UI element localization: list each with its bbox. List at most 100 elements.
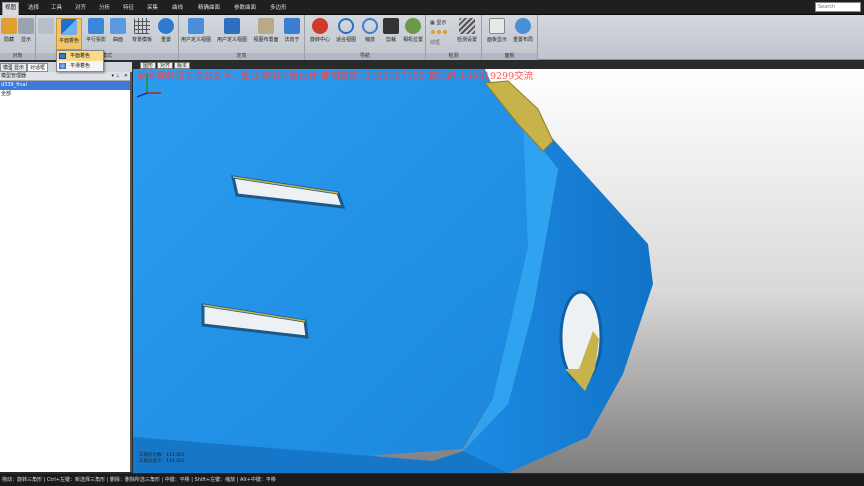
panel-display-button[interactable]: 面板显示 bbox=[485, 18, 509, 50]
user-view-label-1: 用户定义视图 bbox=[181, 37, 212, 43]
tab-display[interactable]: 显示 bbox=[11, 63, 28, 72]
menu-tab-polygons[interactable]: 多边形 bbox=[268, 3, 289, 13]
panel-title: 模型管理器 bbox=[1, 73, 27, 79]
group-label-object: 对象 bbox=[0, 53, 35, 60]
user-view-button-2[interactable]: 用户定义视图 bbox=[214, 18, 250, 50]
mode-icon bbox=[38, 18, 54, 34]
ribbon-group-panels: 面板显示 重置布局 面板 bbox=[482, 15, 538, 60]
tab-graphics[interactable]: 图形 bbox=[140, 62, 157, 69]
user-view-icon-2 bbox=[224, 18, 240, 34]
flat-shading-swatch-icon bbox=[59, 53, 66, 59]
dropdown-item-label-1: 平滑着色 bbox=[70, 63, 91, 69]
menu-tab-features[interactable]: 特征 bbox=[121, 3, 136, 13]
parallel-projection-label: 平行投影 bbox=[85, 37, 106, 43]
zoom-label: 缩放 bbox=[364, 37, 375, 43]
hide-button[interactable]: 隐藏 bbox=[1, 18, 17, 50]
ribbon-group-navigation: 旋转中心 适合视图 缩放 剪裁 相机位置 导航 bbox=[305, 15, 426, 60]
camera-position-button[interactable]: 相机位置 bbox=[402, 18, 424, 50]
ribbon-group-orientation: 用户定义视图 用户定义视图 视图布置面 法向于 定向 bbox=[179, 15, 305, 60]
panel-display-label: 面板显示 bbox=[486, 37, 507, 43]
background-template-label: 背景模板 bbox=[131, 37, 152, 43]
status-bar: 拖动：旋转三角形 | Ctrl+左键：新选择三角形 | 删除：删除所选三角形 |… bbox=[0, 474, 864, 486]
mode-toggle-button[interactable] bbox=[38, 18, 54, 50]
inspect-settings-button[interactable]: 检测设置 bbox=[456, 18, 478, 50]
ribbon-toolbar: 隐藏 显示 对象 平面着色 平行投影 曲面 背景模板 重置 模式 用户定义视图 … bbox=[0, 15, 864, 60]
inspect-wireframe-toggle[interactable]: 线框 bbox=[430, 39, 440, 46]
flat-shading-button[interactable]: 平面着色 bbox=[56, 18, 82, 50]
ribbon-group-object: 隐藏 显示 对象 bbox=[0, 15, 36, 60]
parallel-projection-icon bbox=[88, 18, 104, 34]
clip-label: 剪裁 bbox=[385, 37, 396, 43]
show-button[interactable]: 显示 bbox=[18, 18, 34, 50]
group-label-navigation: 导航 bbox=[305, 53, 425, 60]
view-layout-label: 视图布置面 bbox=[253, 37, 279, 43]
normal-to-button[interactable]: 法向于 bbox=[282, 18, 302, 50]
surface-button[interactable]: 曲面 bbox=[109, 18, 127, 50]
menu-tab-view[interactable]: 视图 bbox=[2, 2, 20, 15]
menu-tab-analysis[interactable]: 分析 bbox=[97, 3, 112, 13]
panel-header: 模型管理器 ▾ ⊥ ✕ bbox=[0, 72, 130, 81]
dropdown-item-label-0: 平面着色 bbox=[70, 53, 91, 59]
fit-view-button[interactable]: 适合视图 bbox=[334, 18, 358, 50]
menu-tab-exact-surfaces[interactable]: 精确曲面 bbox=[196, 3, 222, 13]
menu-tab-capture[interactable]: 采集 bbox=[145, 3, 160, 13]
hide-icon bbox=[1, 18, 17, 34]
application-window: 视图 选择 工具 对齐 分析 特征 采集 曲线 精确曲面 参数曲面 多边形 Se… bbox=[0, 0, 864, 486]
reset-layout-icon bbox=[515, 18, 531, 34]
group-label-panels: 面板 bbox=[482, 53, 537, 60]
user-view-button-1[interactable]: 用户定义视图 bbox=[181, 18, 211, 50]
normal-to-label: 法向于 bbox=[284, 37, 300, 43]
rotation-center-button[interactable]: 旋转中心 bbox=[308, 18, 332, 50]
zoom-button[interactable]: 缩放 bbox=[360, 18, 380, 50]
view-layout-button[interactable]: 视图布置面 bbox=[252, 18, 280, 50]
reset-icon bbox=[158, 18, 174, 34]
surface-icon bbox=[110, 18, 126, 34]
magnifier-icon bbox=[338, 18, 354, 34]
grid-icon bbox=[134, 18, 150, 34]
clip-button[interactable]: 剪裁 bbox=[382, 18, 400, 50]
menu-tab-curves[interactable]: 曲线 bbox=[170, 3, 185, 13]
mesh-model bbox=[133, 69, 653, 473]
dropdown-item-smooth-shading[interactable]: 平滑着色 bbox=[57, 61, 103, 71]
menu-tab-select[interactable]: 选择 bbox=[26, 3, 41, 13]
reset-label: 重置 bbox=[160, 37, 171, 43]
tree-item-model[interactable]: d339_final bbox=[0, 81, 130, 90]
reset-button[interactable]: 重置 bbox=[157, 18, 175, 50]
user-view-icon bbox=[188, 18, 204, 34]
3d-viewport[interactable]: 更多视频请关注公众号：阳江瀚阳抄数设计 或加微信13189167159 或扫群:… bbox=[133, 69, 864, 473]
menu-tab-bar: 视图 选择 工具 对齐 分析 特征 采集 曲线 精确曲面 参数曲面 多边形 Se… bbox=[0, 0, 864, 15]
dropdown-item-flat-shading[interactable]: 平面着色 bbox=[57, 51, 103, 61]
flat-shading-label: 平面着色 bbox=[58, 38, 79, 44]
show-label: 显示 bbox=[20, 37, 31, 43]
search-input[interactable]: Search bbox=[815, 2, 861, 12]
smooth-shading-swatch-icon bbox=[59, 63, 66, 69]
pin-icon[interactable]: ▾ ⊥ bbox=[112, 72, 120, 81]
hatch-icon bbox=[459, 18, 475, 34]
surface-label: 曲面 bbox=[112, 37, 123, 43]
group-label-orientation: 定向 bbox=[179, 53, 304, 60]
model-manager-panel: 模型管理器 ▾ ⊥ ✕ d339_final 全部 bbox=[0, 72, 132, 472]
group-label-inspection: 检测 bbox=[426, 53, 481, 60]
normal-to-icon bbox=[284, 18, 300, 34]
rotation-center-icon bbox=[312, 18, 328, 34]
tab-dialog[interactable]: 对话框 bbox=[27, 63, 49, 72]
tab-align[interactable]: 对齐 bbox=[157, 62, 174, 69]
inspect-display-label: 显示 bbox=[436, 20, 447, 26]
menu-tab-param-surfaces[interactable]: 参数曲面 bbox=[232, 3, 258, 13]
inspect-settings-label: 检测设置 bbox=[456, 37, 477, 43]
reset-layout-button[interactable]: 重置布局 bbox=[511, 18, 535, 50]
menu-tab-align[interactable]: 对齐 bbox=[73, 3, 88, 13]
inspect-display-toggle[interactable]: ▦ 显示 bbox=[430, 19, 446, 26]
close-icon[interactable]: ✕ bbox=[124, 72, 128, 81]
fit-view-label: 适合视图 bbox=[335, 37, 356, 43]
parallel-projection-button[interactable]: 平行投影 bbox=[84, 18, 108, 50]
zoom-icon bbox=[362, 18, 378, 34]
show-icon bbox=[18, 18, 34, 34]
background-template-button[interactable]: 背景模板 bbox=[129, 18, 155, 50]
tree-item-all[interactable]: 全部 bbox=[0, 90, 130, 99]
triangle-stats: 三角形计数：114,503 三角形总计：114,503 bbox=[139, 453, 185, 465]
axis-triad-icon bbox=[136, 73, 161, 98]
tab-version[interactable]: 版本 bbox=[174, 62, 191, 69]
ribbon-group-inspection: ▦ 显示 线框 检测设置 检测 bbox=[426, 15, 482, 60]
menu-tab-tools[interactable]: 工具 bbox=[49, 3, 64, 13]
